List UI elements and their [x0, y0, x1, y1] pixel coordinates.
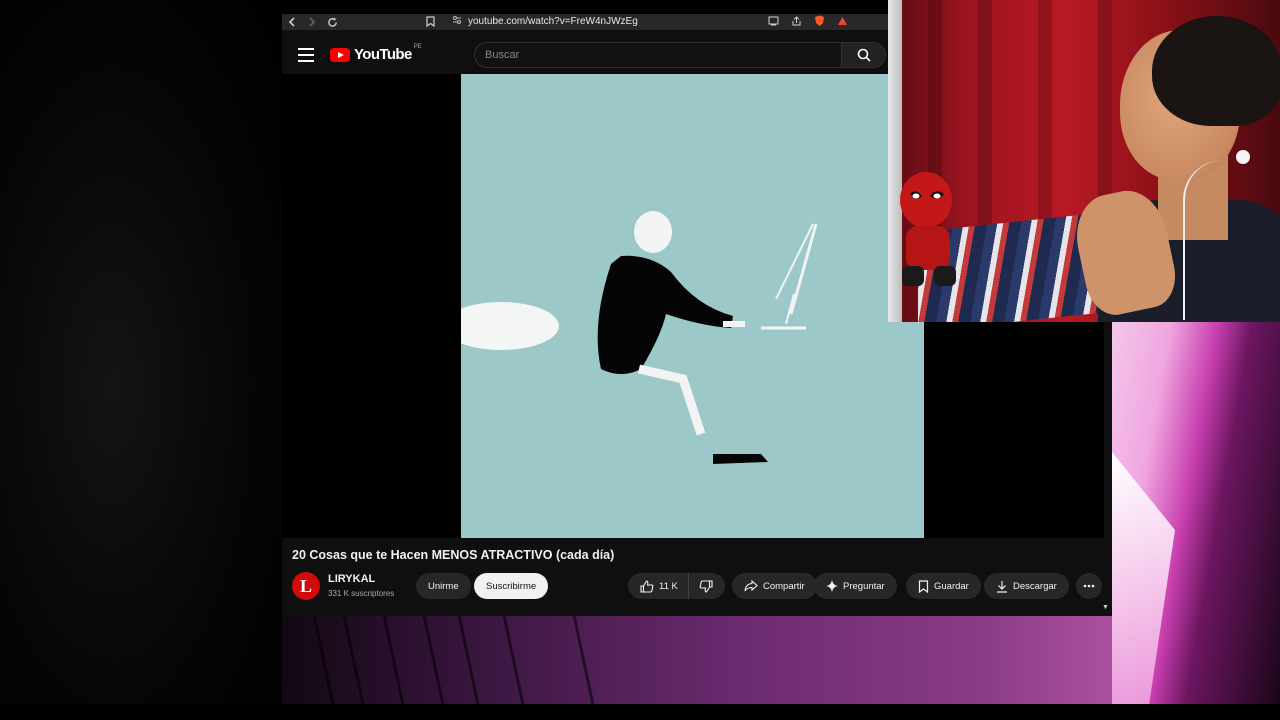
download-label: Descargar — [1013, 580, 1057, 592]
share-label: Compartir — [763, 580, 805, 592]
subscriber-count: 331 K suscriptores — [328, 589, 395, 598]
brave-rewards-icon[interactable] — [837, 16, 848, 29]
browser-actions — [768, 15, 848, 30]
channel-row: L LIRYKAL 331 K suscriptores Unirme Susc… — [292, 571, 1102, 601]
share-page-icon[interactable] — [791, 16, 802, 29]
dislike-button[interactable] — [689, 573, 725, 599]
channel-name[interactable]: LIRYKAL — [328, 573, 375, 585]
download-icon — [997, 580, 1007, 593]
video-frame[interactable] — [461, 74, 924, 538]
bottom-black-bar — [0, 704, 1280, 720]
search-input[interactable] — [485, 49, 825, 61]
video-title: 20 Cosas que te Hacen MENOS ATRACTIVO (c… — [292, 548, 615, 562]
youtube-play-icon — [330, 47, 350, 62]
join-button[interactable]: Unirme — [416, 573, 471, 599]
more-horizontal-icon — [1083, 584, 1095, 588]
earbud-wire — [1183, 160, 1243, 320]
youtube-logo-text: YouTube — [354, 46, 412, 63]
thumbs-down-icon — [699, 579, 713, 593]
stream-background-right — [1112, 322, 1280, 712]
reload-icon[interactable] — [322, 14, 342, 30]
subscribe-button[interactable]: Suscribirme — [474, 573, 549, 599]
stream-background-left — [0, 0, 282, 704]
arrow-left-icon[interactable] — [282, 14, 302, 30]
more-actions-button[interactable] — [1076, 573, 1102, 599]
thumbs-up-icon — [640, 579, 654, 593]
url-text[interactable]: youtube.com/watch?v=FreW4nJWzEg — [468, 16, 638, 27]
deadpool-plush-toy — [900, 172, 956, 286]
search-button[interactable] — [842, 42, 886, 68]
bookmark-icon — [918, 579, 929, 593]
bookmark-icon[interactable] — [426, 16, 435, 30]
youtube-logo[interactable]: YouTube PE — [330, 43, 424, 63]
earbud — [1236, 150, 1250, 164]
video-animation-illustration — [461, 211, 818, 464]
subscribe-label: Suscribirme — [486, 580, 537, 592]
arrow-right-icon[interactable] — [302, 14, 322, 30]
sparkle-icon — [826, 580, 838, 592]
download-button[interactable]: Descargar — [984, 573, 1069, 599]
webcam-overlay — [888, 0, 1280, 322]
save-button[interactable]: Guardar — [906, 573, 981, 599]
like-dislike-group: 11 K — [628, 573, 725, 599]
scroll-down-icon[interactable]: ▼ — [1102, 604, 1109, 611]
ask-label: Preguntar — [843, 580, 885, 592]
channel-avatar[interactable]: L — [292, 572, 320, 600]
person-hair — [1152, 16, 1280, 126]
share-arrow-icon — [744, 580, 758, 592]
save-label: Guardar — [934, 580, 969, 592]
like-button[interactable]: 11 K — [628, 573, 689, 599]
share-button[interactable]: Compartir — [732, 573, 817, 599]
hamburger-menu-icon[interactable] — [298, 48, 314, 62]
ask-button[interactable]: Preguntar — [814, 573, 897, 599]
search-box — [474, 42, 842, 68]
site-info-icon[interactable] — [452, 15, 462, 27]
brave-shield-icon[interactable] — [814, 15, 825, 30]
address-bar[interactable]: youtube.com/watch?v=FreW4nJWzEg — [452, 15, 638, 27]
like-count: 11 K — [659, 580, 678, 592]
search-icon — [857, 48, 871, 62]
join-label: Unirme — [428, 580, 459, 592]
cast-icon[interactable] — [768, 16, 779, 29]
country-code: PE — [413, 43, 422, 50]
